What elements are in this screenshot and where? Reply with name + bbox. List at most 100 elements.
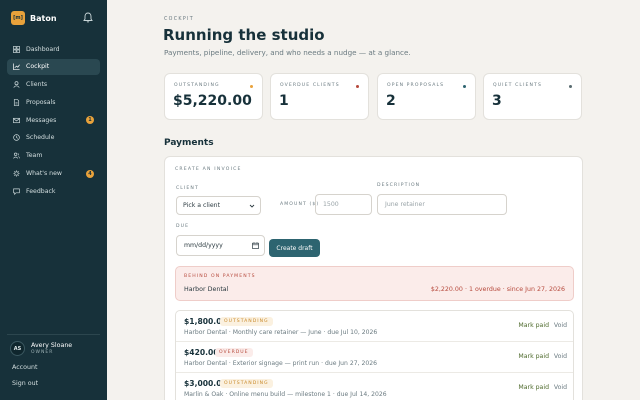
payments-card: CREATE AN INVOICE CLIENT Pick a client A…: [164, 156, 583, 400]
user-name: Avery Sloane: [31, 342, 73, 349]
alert-label: BEHIND ON PAYMENTS: [184, 274, 256, 279]
invoice-row: $3,000.00 OUTSTANDING Marlin & Oak · Onl…: [176, 373, 573, 400]
sidebar-nav: Dashboard Cockpit Clients Proposals Mess…: [7, 41, 100, 201]
person-icon: [12, 81, 20, 89]
status-badge: OVERDUE: [215, 348, 253, 357]
amount-input[interactable]: 1500: [315, 194, 372, 215]
client-select[interactable]: Pick a client: [176, 196, 261, 215]
status-dot: [463, 85, 466, 88]
page-title: Running the studio: [163, 26, 325, 44]
sidebar-item-proposals[interactable]: Proposals: [7, 94, 100, 110]
alert-client[interactable]: Harbor Dental: [184, 286, 228, 293]
status-dot: [250, 85, 253, 88]
sidebar: [m] Baton Dashboard Cockpit Clients Prop…: [0, 0, 107, 400]
status-dot: [356, 85, 359, 88]
user-profile[interactable]: AS Avery Sloane OWNER: [10, 341, 72, 356]
description-label: DESCRIPTION: [377, 183, 421, 188]
main-content: COCKPIT Running the studio Payments, pip…: [107, 0, 640, 400]
description-input[interactable]: June retainer: [377, 194, 507, 215]
stat-label: OVERDUE CLIENTS: [280, 83, 340, 88]
status-dot: [569, 85, 572, 88]
sidebar-item-label: Cockpit: [26, 63, 50, 71]
stat-label: QUIET CLIENTS: [493, 83, 542, 88]
sparkle-icon: [12, 170, 20, 178]
sidebar-item-label: Clients: [26, 81, 48, 89]
behind-on-payments-alert: BEHIND ON PAYMENTS Harbor Dental $2,220.…: [175, 266, 574, 301]
sidebar-item-dashboard[interactable]: Dashboard: [7, 41, 100, 57]
void-button[interactable]: Void: [554, 353, 567, 360]
sidebar-item-label: Proposals: [26, 98, 56, 106]
status-badge: OUTSTANDING: [220, 379, 273, 388]
whats-new-badge: 4: [86, 169, 94, 178]
invoice-description: Harbor Dental · Monthly care retainer — …: [184, 329, 378, 336]
invoice-row: $1,800.00 OUTSTANDING Harbor Dental · Mo…: [176, 311, 573, 342]
invoice-amount: $420.00: [184, 348, 219, 357]
alert-summary: $2,220.00 · 1 overdue · since Jun 27, 20…: [430, 286, 565, 293]
stat-card-quiet-clients: QUIET CLIENTS 3: [483, 73, 582, 120]
stat-label: OUTSTANDING: [174, 83, 220, 88]
team-icon: [12, 152, 20, 160]
payments-heading: Payments: [164, 138, 214, 148]
invoice-list: $1,800.00 OUTSTANDING Harbor Dental · Mo…: [175, 310, 574, 400]
due-label: DUE: [176, 224, 190, 229]
brand-logo: [m]: [11, 11, 25, 25]
invoice-description: Harbor Dental · Exterior signage — print…: [184, 360, 377, 367]
mark-paid-button[interactable]: Mark paid: [518, 384, 549, 391]
chat-icon: [12, 187, 20, 195]
void-button[interactable]: Void: [554, 322, 567, 329]
chevron-down-icon: [249, 204, 255, 208]
sidebar-item-feedback[interactable]: Feedback: [7, 183, 100, 199]
amount-label: AMOUNT ($): [280, 202, 320, 207]
void-button[interactable]: Void: [554, 384, 567, 391]
user-role: OWNER: [31, 350, 54, 355]
messages-badge: 1: [86, 116, 94, 125]
invoice-form-heading: CREATE AN INVOICE: [175, 167, 242, 172]
clock-icon: [12, 134, 20, 142]
sidebar-item-team[interactable]: Team: [7, 148, 100, 164]
grid-icon: [12, 45, 20, 53]
sign-out-link[interactable]: Sign out: [12, 380, 38, 387]
invoice-row: $420.00 OVERDUE Harbor Dental · Exterior…: [176, 342, 573, 373]
amount-placeholder: 1500: [323, 201, 339, 208]
bell-icon[interactable]: [83, 12, 93, 23]
stat-card-outstanding: OUTSTANDING $5,220.00: [164, 73, 263, 120]
chart-icon: [12, 63, 20, 71]
mark-paid-button[interactable]: Mark paid: [518, 322, 549, 329]
sidebar-item-whats-new[interactable]: What's new 4: [7, 166, 100, 182]
sidebar-item-label: Messages: [26, 116, 57, 124]
stat-value: $5,220.00: [173, 93, 252, 109]
avatar: AS: [10, 341, 25, 356]
sidebar-item-cockpit[interactable]: Cockpit: [7, 58, 100, 75]
sidebar-item-messages[interactable]: Messages 1: [7, 112, 100, 128]
sidebar-item-label: What's new: [26, 170, 62, 178]
stat-card-open-proposals: OPEN PROPOSALS 2: [377, 73, 476, 120]
client-select-value: Pick a client: [183, 202, 221, 209]
stat-value: 1: [279, 93, 289, 109]
sidebar-item-schedule[interactable]: Schedule: [7, 130, 100, 146]
account-link[interactable]: Account: [12, 364, 37, 371]
sidebar-item-label: Dashboard: [26, 45, 60, 53]
calendar-icon[interactable]: [252, 242, 259, 249]
sidebar-item-label: Schedule: [26, 134, 55, 142]
page-subtitle: Payments, pipeline, delivery, and who ne…: [164, 48, 411, 57]
stat-value: 2: [386, 93, 396, 109]
brand-name: Baton: [30, 13, 57, 23]
stat-value: 3: [492, 93, 502, 109]
document-icon: [12, 98, 20, 106]
stat-label: OPEN PROPOSALS: [387, 83, 445, 88]
sidebar-item-clients[interactable]: Clients: [7, 77, 100, 93]
sidebar-divider: [7, 334, 100, 335]
create-draft-button[interactable]: Create draft: [269, 239, 320, 257]
due-date-value: mm/dd/yyyy: [184, 242, 223, 249]
brand[interactable]: [m] Baton: [11, 11, 57, 25]
sidebar-item-label: Team: [26, 152, 43, 160]
page-eyebrow: COCKPIT: [164, 17, 194, 22]
due-date-input[interactable]: mm/dd/yyyy: [176, 235, 265, 256]
mark-paid-button[interactable]: Mark paid: [518, 353, 549, 360]
sidebar-item-label: Feedback: [26, 187, 56, 195]
mail-icon: [12, 116, 20, 124]
description-placeholder: June retainer: [385, 201, 425, 208]
invoice-description: Marlin & Oak · Online menu build — miles…: [184, 391, 387, 398]
stat-card-overdue-clients: OVERDUE CLIENTS 1: [270, 73, 369, 120]
client-label: CLIENT: [176, 186, 199, 191]
